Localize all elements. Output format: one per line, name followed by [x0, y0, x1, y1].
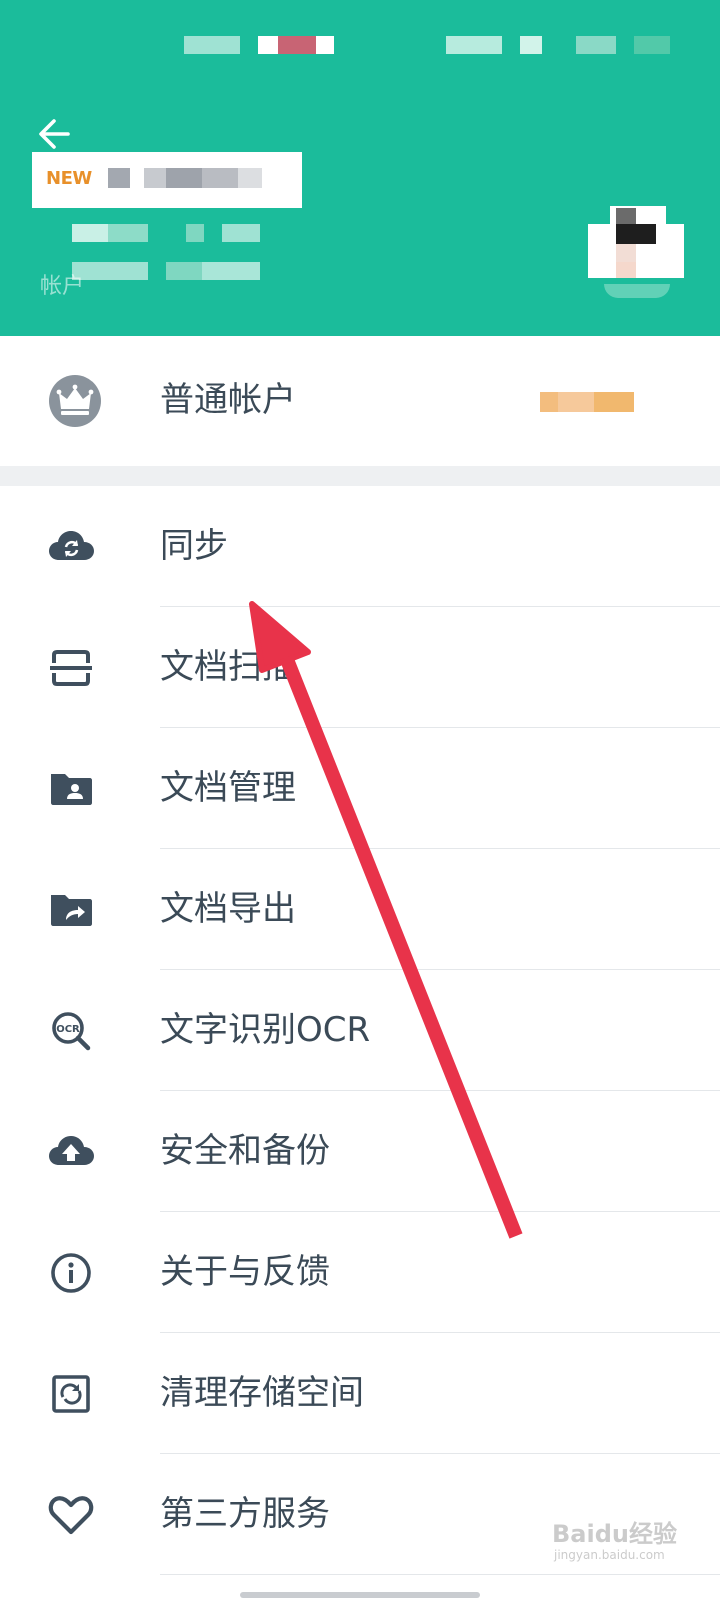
menu-item-label: 清理存储空间: [160, 1373, 364, 1413]
svg-text:OCR: OCR: [56, 1024, 80, 1035]
menu-item-clean-storage[interactable]: 清理存储空间: [0, 1333, 720, 1454]
scan-icon: [44, 641, 98, 695]
home-indicator[interactable]: [240, 1592, 480, 1598]
account-type-label: 普通帐户: [160, 380, 296, 420]
section-divider: [0, 466, 720, 486]
menu-item-label: 文档导出: [160, 889, 296, 929]
menu-item-scan[interactable]: 文档扫描: [0, 607, 720, 728]
clean-storage-icon: [44, 1367, 98, 1421]
info-icon: [44, 1246, 98, 1300]
cloud-upload-icon: [44, 1125, 98, 1179]
avatar[interactable]: [588, 206, 684, 306]
menu-item-document-management[interactable]: 文档管理: [0, 728, 720, 849]
username-card[interactable]: NEW: [32, 152, 302, 208]
menu-item-label: 文字识别OCR: [160, 1010, 371, 1050]
crown-icon: [48, 374, 102, 428]
folder-user-icon: [44, 762, 98, 816]
menu-item-security-backup[interactable]: 安全和备份: [0, 1091, 720, 1212]
menu-item-about-feedback[interactable]: 关于与反馈: [0, 1212, 720, 1333]
heart-icon: [44, 1488, 98, 1542]
ocr-icon: OCR: [44, 1004, 98, 1058]
account-label: 帐户: [40, 274, 85, 299]
menu-item-ocr[interactable]: OCR 文字识别OCR: [0, 970, 720, 1091]
menu-item-label: 文档扫描: [160, 647, 296, 687]
cloud-sync-icon: [44, 520, 98, 574]
status-bar: [0, 0, 720, 90]
menu-list: 同步 文档扫描 文档管理 文档导出 OCR 文字识别OCR 安全和备份 关于与反…: [0, 486, 720, 1575]
watermark: Baidu经验: [552, 1520, 677, 1548]
new-badge: NEW: [46, 168, 92, 189]
menu-item-label: 关于与反馈: [160, 1252, 330, 1292]
menu-item-sync[interactable]: 同步: [0, 486, 720, 607]
menu-item-label: 文档管理: [160, 768, 296, 808]
menu-item-document-export[interactable]: 文档导出: [0, 849, 720, 970]
menu-item-label: 第三方服务: [160, 1494, 330, 1534]
menu-item-label: 安全和备份: [160, 1131, 330, 1171]
folder-share-icon: [44, 883, 98, 937]
upgrade-button[interactable]: [532, 378, 648, 426]
profile-header: NEW 帐户: [0, 0, 720, 336]
watermark-url: jingyan.baidu.com: [554, 1548, 665, 1562]
menu-item-label: 同步: [160, 526, 228, 566]
